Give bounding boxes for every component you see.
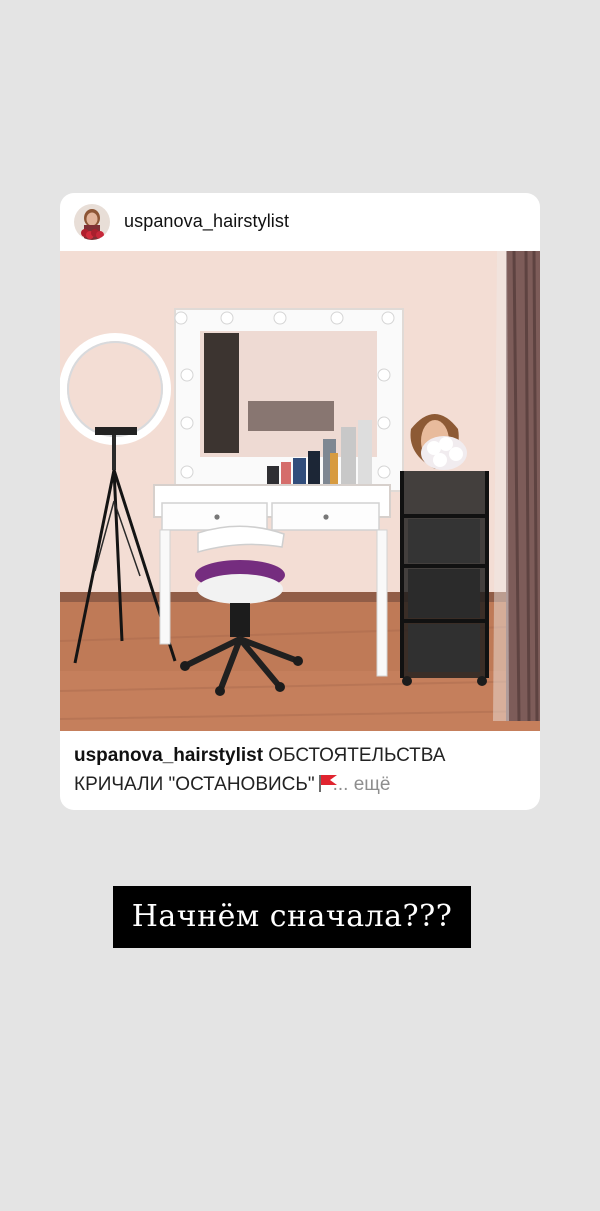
avatar-image	[74, 204, 110, 240]
post-photo[interactable]	[60, 251, 540, 731]
post-header: uspanova_hairstylist	[60, 193, 540, 251]
salon-vanity-photo	[60, 251, 540, 731]
post-card[interactable]: uspanova_hairstylist uspanova_hairstylis…	[60, 193, 540, 810]
post-caption[interactable]: uspanova_hairstylist ОБСТОЯТЕЛЬСТВА КРИЧ…	[74, 741, 529, 799]
caption-more-link[interactable]: ... ещё	[333, 774, 391, 795]
salon-trolley	[400, 471, 489, 686]
red-flag-icon	[317, 775, 337, 792]
story-text-sticker: Начнём сначала???	[113, 886, 471, 948]
post-username[interactable]: uspanova_hairstylist	[124, 211, 289, 232]
profile-avatar[interactable]	[74, 204, 110, 240]
caption-username[interactable]: uspanova_hairstylist	[74, 745, 263, 766]
